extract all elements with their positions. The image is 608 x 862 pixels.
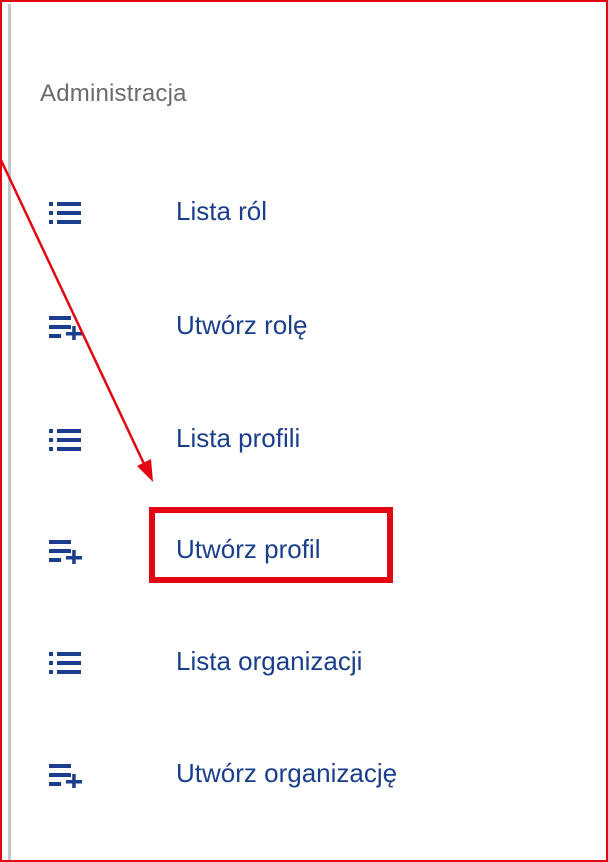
highlight-box (149, 507, 393, 583)
playlist-add-icon (49, 316, 82, 340)
menu-item-label[interactable]: Utwórz rolę (176, 310, 307, 341)
menu-item-label[interactable]: Lista profili (176, 423, 300, 454)
section-title: Administracja (40, 80, 187, 107)
menu-item-label[interactable]: Lista ról (176, 196, 267, 227)
playlist-add-icon (49, 540, 82, 564)
list-icon (49, 429, 81, 451)
menu-item-label[interactable]: Utwórz organizację (176, 758, 397, 789)
menu-item-lista-profili[interactable]: Lista profili (2, 409, 562, 469)
menu-item-lista-organizacji[interactable]: Lista organizacji (2, 632, 562, 692)
playlist-add-icon (49, 764, 82, 788)
list-icon (49, 652, 81, 674)
menu-item-utworz-role[interactable]: Utwórz rolę (2, 296, 562, 356)
menu-item-utworz-organizacje[interactable]: Utwórz organizację (2, 744, 562, 804)
list-icon (49, 202, 81, 224)
menu-item-label[interactable]: Lista organizacji (176, 646, 362, 677)
sidebar-panel: Administracja Lista ról Utwórz rolę List… (0, 0, 608, 862)
menu-item-lista-rol[interactable]: Lista ról (2, 182, 562, 242)
